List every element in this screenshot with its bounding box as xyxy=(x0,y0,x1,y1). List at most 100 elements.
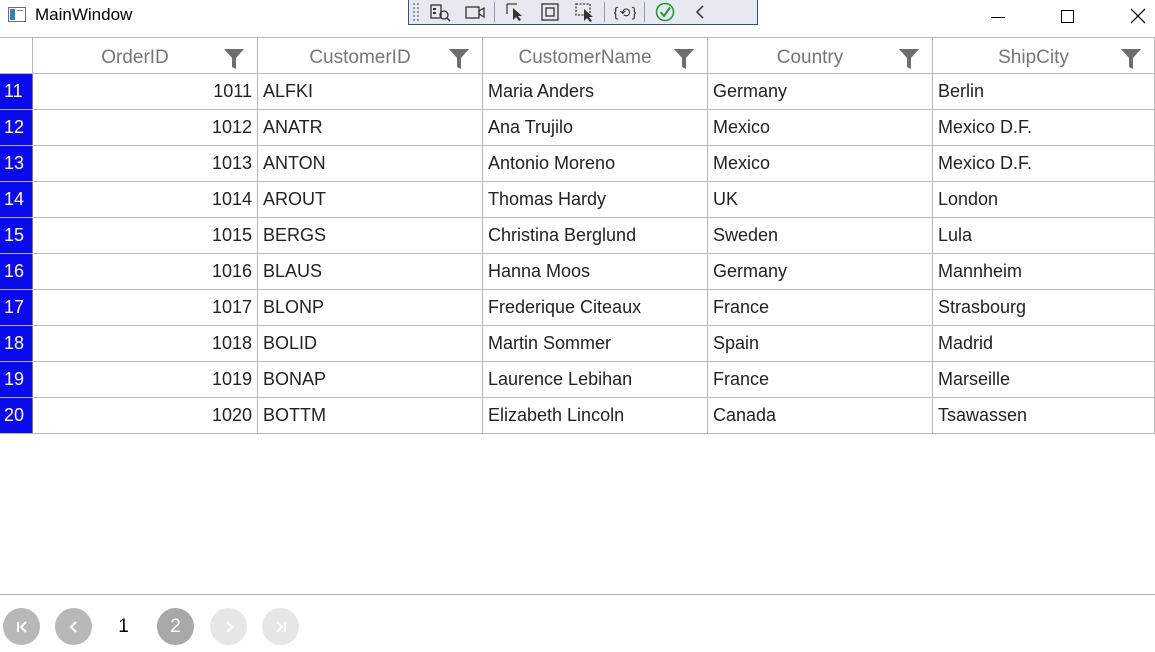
row-header[interactable]: 17 xyxy=(0,290,33,325)
row-header[interactable]: 16 xyxy=(0,254,33,289)
cell-order-id[interactable]: 1016 xyxy=(33,254,258,289)
cell-customer-name[interactable]: Antonio Moreno xyxy=(483,146,708,181)
collapse-icon[interactable] xyxy=(685,1,715,23)
cell-order-id[interactable]: 1020 xyxy=(33,398,258,433)
pager-divider xyxy=(0,594,1155,595)
cell-country[interactable]: Mexico xyxy=(708,110,933,145)
select-element-icon[interactable] xyxy=(500,1,530,23)
cell-order-id[interactable]: 1013 xyxy=(33,146,258,181)
column-header-customer-name[interactable]: CustomerName xyxy=(483,38,708,74)
row-header[interactable]: 18 xyxy=(0,326,33,361)
toolbar-grip-icon[interactable] xyxy=(412,2,420,22)
cell-country[interactable]: France xyxy=(708,362,933,397)
maximize-button[interactable] xyxy=(1044,0,1090,32)
page-number-2[interactable]: 2 xyxy=(157,608,194,645)
table-row[interactable]: 18 1018 BOLID Martin Sommer Spain Madrid xyxy=(0,326,1155,362)
row-header[interactable]: 11 xyxy=(0,74,33,109)
cell-ship-city[interactable]: Strasbourg xyxy=(933,290,1155,325)
filter-icon[interactable] xyxy=(673,48,695,70)
cell-country[interactable]: Spain xyxy=(708,326,933,361)
record-icon[interactable] xyxy=(460,1,490,23)
cell-ship-city[interactable]: Marseille xyxy=(933,362,1155,397)
row-header[interactable]: 15 xyxy=(0,218,33,253)
cell-customer-name[interactable]: Maria Anders xyxy=(483,74,708,109)
cell-order-id[interactable]: 1017 xyxy=(33,290,258,325)
cell-ship-city[interactable]: London xyxy=(933,182,1155,217)
page-number-1[interactable]: 1 xyxy=(105,608,142,645)
cell-country[interactable]: Germany xyxy=(708,254,933,289)
row-header[interactable]: 12 xyxy=(0,110,33,145)
cell-customer-name[interactable]: Hanna Moos xyxy=(483,254,708,289)
cell-customer-id[interactable]: ANTON xyxy=(258,146,483,181)
column-header-order-id[interactable]: OrderID xyxy=(33,38,258,74)
next-page-button[interactable] xyxy=(210,608,247,645)
cell-ship-city[interactable]: Tsawassen xyxy=(933,398,1155,433)
cell-ship-city[interactable]: Mannheim xyxy=(933,254,1155,289)
track-focus-icon[interactable] xyxy=(570,1,600,23)
cell-customer-name[interactable]: Laurence Lebihan xyxy=(483,362,708,397)
cell-customer-id[interactable]: BOTTM xyxy=(258,398,483,433)
table-row[interactable]: 19 1019 BONAP Laurence Lebihan France Marseil… xyxy=(0,362,1155,398)
cell-ship-city[interactable]: Mexico D.F. xyxy=(933,110,1155,145)
table-row[interactable]: 11 1011 ALFKI Maria Anders Germany Berlin xyxy=(0,74,1155,110)
table-row[interactable]: 12 1012 ANATR Ana Trujilo Mexico Mexico D.F. xyxy=(0,110,1155,146)
cell-customer-id[interactable]: AROUT xyxy=(258,182,483,217)
cell-order-id[interactable]: 1014 xyxy=(33,182,258,217)
cell-order-id[interactable]: 1011 xyxy=(33,74,258,109)
column-header-customer-id[interactable]: CustomerID xyxy=(258,38,483,74)
cell-customer-name[interactable]: Christina Berglund xyxy=(483,218,708,253)
row-header[interactable]: 14 xyxy=(0,182,33,217)
previous-page-button[interactable] xyxy=(55,608,92,645)
row-header[interactable]: 13 xyxy=(0,146,33,181)
table-row[interactable]: 16 1016 BLAUS Hanna Moos Germany Mannheim xyxy=(0,254,1155,290)
cell-ship-city[interactable]: Lula xyxy=(933,218,1155,253)
table-row[interactable]: 14 1014 AROUT Thomas Hardy UK London xyxy=(0,182,1155,218)
cell-customer-name[interactable]: Frederique Citeaux xyxy=(483,290,708,325)
cell-customer-name[interactable]: Ana Trujilo xyxy=(483,110,708,145)
cell-ship-city[interactable]: Madrid xyxy=(933,326,1155,361)
cell-country[interactable]: Sweden xyxy=(708,218,933,253)
cell-customer-id[interactable]: BOLID xyxy=(258,326,483,361)
row-header[interactable]: 19 xyxy=(0,362,33,397)
cell-country[interactable]: UK xyxy=(708,182,933,217)
table-row[interactable]: 13 1013 ANTON Antonio Moreno Mexico Mexico D.… xyxy=(0,146,1155,182)
live-visual-tree-icon[interactable] xyxy=(425,1,455,23)
cell-customer-id[interactable]: BONAP xyxy=(258,362,483,397)
table-row[interactable]: 15 1015 BERGS Christina Berglund Sweden Lula xyxy=(0,218,1155,254)
filter-icon[interactable] xyxy=(1120,48,1142,70)
cell-customer-id[interactable]: BLONP xyxy=(258,290,483,325)
filter-icon[interactable] xyxy=(898,48,920,70)
cell-order-id[interactable]: 1018 xyxy=(33,326,258,361)
cell-customer-name[interactable]: Thomas Hardy xyxy=(483,182,708,217)
cell-order-id[interactable]: 1012 xyxy=(33,110,258,145)
cell-order-id[interactable]: 1015 xyxy=(33,218,258,253)
row-header[interactable]: 20 xyxy=(0,398,33,433)
cell-customer-id[interactable]: BLAUS xyxy=(258,254,483,289)
cell-ship-city[interactable]: Mexico D.F. xyxy=(933,146,1155,181)
cell-country[interactable]: France xyxy=(708,290,933,325)
cell-customer-id[interactable]: ANATR xyxy=(258,110,483,145)
close-button[interactable] xyxy=(1115,0,1155,32)
filter-icon[interactable] xyxy=(223,48,245,70)
column-header-country[interactable]: Country xyxy=(708,38,933,74)
cell-customer-id[interactable]: BERGS xyxy=(258,218,483,253)
hot-reload-status-icon[interactable] xyxy=(650,1,680,23)
first-page-icon xyxy=(16,620,27,633)
last-page-button[interactable] xyxy=(262,608,299,645)
filter-icon[interactable] xyxy=(448,48,470,70)
cell-customer-id[interactable]: ALFKI xyxy=(258,74,483,109)
table-row[interactable]: 17 1017 BLONP Frederique Citeaux France Stras… xyxy=(0,290,1155,326)
cell-country[interactable]: Canada xyxy=(708,398,933,433)
cell-country[interactable]: Mexico xyxy=(708,146,933,181)
table-row[interactable]: 20 1020 BOTTM Elizabeth Lincoln Canada Tsawas… xyxy=(0,398,1155,434)
cell-ship-city[interactable]: Berlin xyxy=(933,74,1155,109)
cell-order-id[interactable]: 1019 xyxy=(33,362,258,397)
first-page-button[interactable] xyxy=(3,608,40,645)
display-layout-adorners-icon[interactable] xyxy=(535,1,565,23)
cell-country[interactable]: Germany xyxy=(708,74,933,109)
column-header-ship-city[interactable]: ShipCity xyxy=(933,38,1155,74)
minimize-button[interactable] xyxy=(975,0,1021,32)
cell-customer-name[interactable]: Martin Sommer xyxy=(483,326,708,361)
cell-customer-name[interactable]: Elizabeth Lincoln xyxy=(483,398,708,433)
hot-reload-icon[interactable]: {⟲} xyxy=(610,1,640,23)
